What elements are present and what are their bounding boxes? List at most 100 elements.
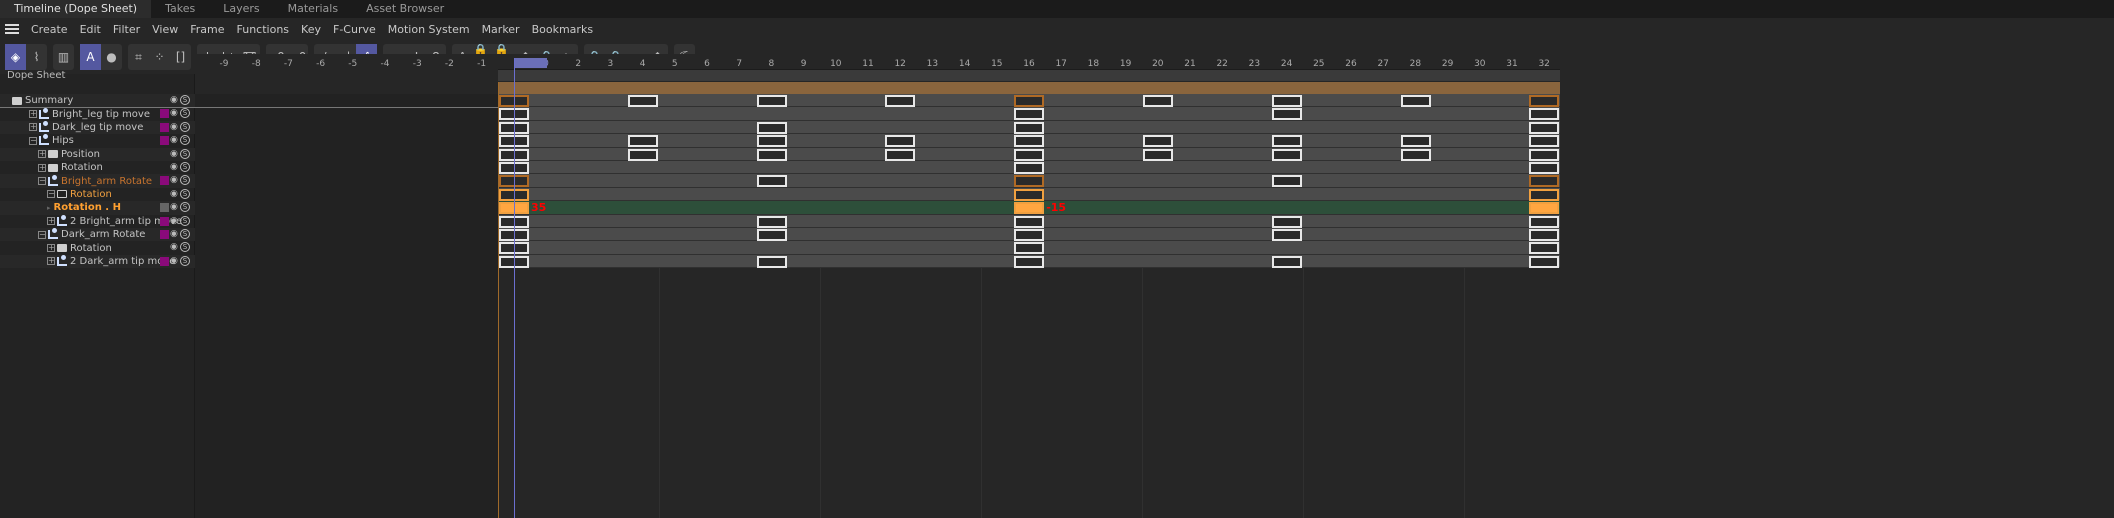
- track-row[interactable]: [498, 188, 1560, 202]
- keyframe[interactable]: [1271, 215, 1302, 228]
- expand-toggle[interactable]: −: [47, 190, 55, 199]
- keyframe[interactable]: [1529, 162, 1560, 174]
- frame-all-button[interactable]: ⁘: [149, 44, 170, 70]
- visibility-eye-icon[interactable]: ◉: [170, 122, 178, 132]
- keyframe[interactable]: [1014, 135, 1045, 148]
- tree-item-label[interactable]: Dark_leg tip move: [52, 122, 143, 133]
- menu-key[interactable]: Key: [295, 23, 327, 36]
- expand-toggle[interactable]: +: [47, 244, 55, 253]
- track-row[interactable]: 35 -15: [498, 201, 1560, 215]
- keyframe[interactable]: [1271, 108, 1302, 121]
- keyframe[interactable]: [1529, 135, 1560, 148]
- keyframe[interactable]: [756, 175, 787, 188]
- tab-asset-browser[interactable]: Asset Browser: [352, 0, 458, 18]
- keyframe[interactable]: [756, 148, 787, 161]
- tab-timeline-dope-sheet-[interactable]: Timeline (Dope Sheet): [0, 0, 152, 18]
- solo-icon[interactable]: S: [180, 242, 190, 253]
- keyframe[interactable]: [1529, 108, 1560, 121]
- dope-sheet-tracks[interactable]: 35 -15: [498, 94, 1560, 269]
- keyframe[interactable]: [1271, 229, 1302, 241]
- keyframe[interactable]: [1529, 188, 1560, 201]
- track-row[interactable]: [498, 255, 1560, 269]
- tree-row[interactable]: + Rotation ◉ S: [0, 241, 195, 254]
- frame-range-button[interactable]: []: [170, 44, 191, 70]
- track-row[interactable]: [498, 121, 1560, 135]
- keyframe[interactable]: [1271, 148, 1302, 161]
- menu-marker[interactable]: Marker: [476, 23, 526, 36]
- visibility-eye-icon[interactable]: ◉: [170, 95, 178, 105]
- keyframe[interactable]: [1143, 135, 1173, 148]
- visibility-eye-icon[interactable]: ◉: [170, 229, 178, 239]
- keyframe[interactable]: [885, 95, 916, 107]
- track-row[interactable]: [498, 215, 1560, 228]
- keyframe[interactable]: [756, 95, 787, 107]
- keyframe[interactable]: [627, 95, 658, 107]
- keyframe[interactable]: [1400, 95, 1431, 107]
- keyframe[interactable]: [1529, 202, 1560, 215]
- tree-row[interactable]: +2 Dark_arm tip move ◉ S: [0, 254, 195, 269]
- menu-bookmarks[interactable]: Bookmarks: [526, 23, 599, 36]
- tree-item-label[interactable]: Rotation: [61, 162, 103, 173]
- tab-layers[interactable]: Layers: [209, 0, 273, 18]
- playhead[interactable]: [514, 58, 515, 518]
- visibility-eye-icon[interactable]: ◉: [170, 202, 178, 212]
- tree-item-label[interactable]: Rotation: [70, 189, 112, 200]
- solo-icon[interactable]: S: [180, 229, 190, 239]
- keyframe[interactable]: [1014, 162, 1045, 174]
- keyframe[interactable]: [1529, 255, 1560, 268]
- expand-toggle[interactable]: +: [47, 217, 55, 226]
- keyframe[interactable]: [1014, 95, 1045, 107]
- keyframe[interactable]: [1271, 255, 1302, 268]
- animate-text-button[interactable]: A: [80, 44, 101, 70]
- expand-toggle[interactable]: +: [47, 257, 55, 266]
- expand-toggle[interactable]: +: [29, 110, 37, 119]
- keyframe[interactable]: [1014, 121, 1045, 134]
- tab-takes[interactable]: Takes: [151, 0, 209, 18]
- keyframe[interactable]: [1529, 229, 1560, 241]
- fcurve-mode-button[interactable]: ⌇: [26, 44, 47, 70]
- expand-toggle[interactable]: +: [38, 163, 46, 172]
- menu-f-curve[interactable]: F-Curve: [327, 23, 382, 36]
- visibility-eye-icon[interactable]: ◉: [170, 149, 178, 159]
- keyframe[interactable]: [1143, 95, 1173, 107]
- solo-icon[interactable]: S: [180, 188, 190, 199]
- keyframe[interactable]: [1400, 148, 1431, 161]
- expand-toggle[interactable]: −: [29, 136, 37, 145]
- tree-row[interactable]: − Bright_arm Rotate ◉ S: [0, 174, 195, 188]
- menu-filter[interactable]: Filter: [107, 23, 146, 36]
- tree-row[interactable]: ▸ Rotation . H ◉ S: [0, 201, 195, 215]
- tree-item-label[interactable]: Dark_arm Rotate: [61, 229, 145, 240]
- frame-selected-button[interactable]: ⌗: [128, 44, 149, 70]
- solo-icon[interactable]: S: [180, 175, 190, 186]
- track-row[interactable]: [498, 174, 1560, 188]
- edit-icon[interactable]: [160, 203, 169, 213]
- menu-create[interactable]: Create: [25, 23, 74, 36]
- tree-row[interactable]: + Dark_leg tip move ◉ S: [0, 120, 195, 135]
- visibility-eye-icon[interactable]: ◉: [170, 189, 178, 199]
- keyframe[interactable]: [1271, 95, 1302, 107]
- tree-item-label[interactable]: Hips: [52, 135, 74, 146]
- tree-row[interactable]: − Dark_arm Rotate ◉ S: [0, 228, 195, 242]
- tree-item-label[interactable]: Position: [61, 149, 100, 160]
- tree-item-label[interactable]: Rotation . H: [54, 202, 121, 213]
- keyframe[interactable]: [1400, 135, 1431, 148]
- keyframe[interactable]: [756, 229, 787, 241]
- keyframe[interactable]: [1529, 121, 1560, 134]
- sphere-button[interactable]: ●: [101, 44, 122, 70]
- solo-icon[interactable]: S: [180, 148, 190, 159]
- tree-item-label[interactable]: Bright_arm Rotate: [61, 176, 152, 187]
- visibility-eye-icon[interactable]: ◉: [170, 242, 178, 252]
- track-row[interactable]: [498, 228, 1560, 242]
- menu-functions[interactable]: Functions: [231, 23, 296, 36]
- expand-toggle[interactable]: +: [29, 123, 37, 132]
- keyframe[interactable]: [1014, 215, 1045, 228]
- keyframe[interactable]: [1014, 188, 1045, 201]
- tree-row[interactable]: + Bright_leg tip move ◉ S: [0, 107, 195, 120]
- track-row[interactable]: [498, 161, 1560, 175]
- expand-toggle[interactable]: +: [38, 150, 46, 159]
- visibility-eye-icon[interactable]: ◉: [170, 256, 178, 266]
- tree-item-label[interactable]: Bright_leg tip move: [52, 109, 150, 120]
- keyframe[interactable]: [1529, 175, 1560, 188]
- keyframe[interactable]: [1014, 108, 1045, 121]
- tree-row[interactable]: + Rotation ◉ S: [0, 161, 195, 174]
